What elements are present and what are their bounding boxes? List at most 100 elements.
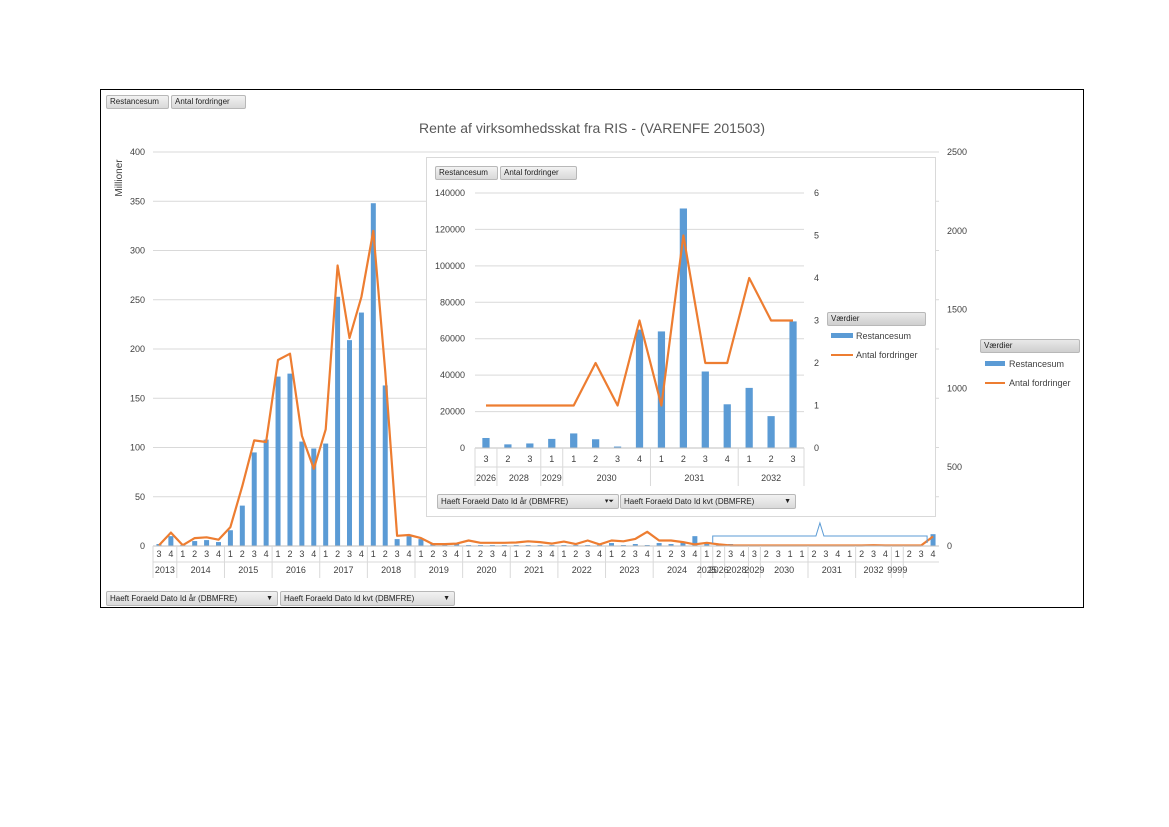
x-tick-label: 1	[180, 549, 185, 559]
inset-legend-label-antal-fordringer: Antal fordringer	[856, 350, 918, 360]
y2-tick-label: 2000	[947, 226, 967, 236]
x-group-label: 9999	[887, 565, 907, 575]
bar-restancesum	[239, 505, 245, 546]
bar-restancesum	[251, 452, 257, 546]
y-tick-label: 140000	[435, 188, 465, 198]
x-tick-label: 3	[703, 454, 708, 464]
x-group-label: 2019	[429, 565, 449, 575]
x-tick-label: 2	[764, 549, 769, 559]
y2-tick-label: 4	[814, 273, 819, 283]
bar-restancesum	[504, 444, 512, 448]
x-group-label: 2016	[286, 565, 306, 575]
x-group-label: 2032	[761, 473, 781, 483]
x-tick-label: 1	[788, 549, 793, 559]
y-tick-label: 120000	[435, 224, 465, 234]
bar-restancesum	[701, 371, 709, 448]
y-tick-label: 300	[130, 246, 145, 256]
filter-quarter-dropdown[interactable]: Haeft Foraeld Dato Id kvt (DBMFRE) ▼	[280, 591, 455, 606]
x-tick-label: 2	[907, 549, 912, 559]
x-tick-label: 1	[659, 454, 664, 464]
y-tick-label: 80000	[440, 297, 465, 307]
x-tick-label: 1	[466, 549, 471, 559]
bar-restancesum	[570, 433, 578, 448]
y2-tick-label: 1000	[947, 383, 967, 393]
dropdown-arrow-icon: ▼	[443, 595, 450, 602]
bar-restancesum	[394, 539, 400, 546]
bar-restancesum	[299, 441, 305, 546]
range-brace-icon	[712, 521, 928, 543]
x-tick-label: 4	[725, 454, 730, 464]
inset-chart-frame: Restancesum Antal fordringer 0 20000 40000…	[426, 157, 936, 517]
bar-restancesum	[192, 541, 198, 546]
dropdown-arrow-icon: ▼	[784, 498, 791, 505]
x-tick-label: 2	[621, 549, 626, 559]
inset-filter-quarter-dropdown[interactable]: Haeft Foraeld Dato Id kvt (DBMFRE) ▼	[620, 494, 796, 509]
legend-title: Værdier	[980, 339, 1080, 353]
x-tick-label: 4	[216, 549, 221, 559]
x-group-label: 2030	[774, 565, 794, 575]
filter-year-dropdown[interactable]: Haeft Foraeld Dato Id år (DBMFRE) ▼	[106, 591, 278, 606]
x-tick-label: 3	[615, 454, 620, 464]
x-tick-label: 2	[811, 549, 816, 559]
x-tick-label: 1	[847, 549, 852, 559]
x-tick-label: 2	[287, 549, 292, 559]
x-tick-label: 1	[704, 549, 709, 559]
x-tick-label: 3	[728, 549, 733, 559]
x-group-label: 2013	[155, 565, 175, 575]
x-tick-label: 1	[561, 549, 566, 559]
bar-restancesum	[723, 404, 731, 448]
bar-restancesum	[930, 534, 936, 546]
bar-restancesum	[767, 416, 775, 448]
main-legend: Restancesum Antal fordringer	[985, 359, 1071, 388]
x-group-label: 2028	[509, 473, 529, 483]
x-tick-label: 2	[478, 549, 483, 559]
x-tick-label: 1	[657, 549, 662, 559]
y2-tick-label: 0	[947, 541, 952, 551]
x-tick-label: 1	[418, 549, 423, 559]
x-tick-label: 1	[228, 549, 233, 559]
bar-restancesum	[263, 439, 269, 546]
x-tick-label: 1	[514, 549, 519, 559]
y2-tick-label: 500	[947, 462, 962, 472]
inset-filter-year-dropdown[interactable]: Haeft Foraeld Dato Id år (DBMFRE) ▾⏷	[437, 494, 619, 509]
x-tick-label: 1	[549, 454, 554, 464]
x-tick-label: 1	[800, 549, 805, 559]
inset-legend-swatch-restancesum	[831, 333, 853, 338]
x-group-label: 2026	[476, 473, 496, 483]
x-group-label: 2021	[524, 565, 544, 575]
x-tick-label: 2	[593, 454, 598, 464]
dropdown-arrow-icon: ▼	[266, 595, 273, 602]
x-group-label: 2018	[381, 565, 401, 575]
x-group-label: 2031	[684, 473, 704, 483]
legend-swatch-restancesum	[985, 361, 1005, 366]
x-tick-label: 4	[597, 549, 602, 559]
x-tick-label: 3	[752, 549, 757, 559]
x-tick-label: 1	[895, 549, 900, 559]
bar-restancesum	[358, 312, 364, 546]
x-group-label: 2022	[572, 565, 592, 575]
y2-tick-label: 2500	[947, 147, 967, 157]
x-tick-label: 4	[502, 549, 507, 559]
bar-restancesum	[482, 437, 490, 448]
bar-restancesum	[635, 329, 644, 448]
y2-tick-label: 0	[814, 443, 819, 453]
x-tick-label: 3	[680, 549, 685, 559]
x-tick-label: 3	[633, 549, 638, 559]
x-tick-label: 4	[549, 549, 554, 559]
x-tick-label: 4	[883, 549, 888, 559]
x-tick-label: 2	[383, 549, 388, 559]
x-tick-label: 2	[681, 454, 686, 464]
bar-restancesum	[745, 387, 753, 448]
x-group-label: 2020	[476, 565, 496, 575]
x-tick-label: 4	[359, 549, 364, 559]
legend-label-restancesum: Restancesum	[1009, 359, 1064, 369]
x-tick-label: 3	[527, 454, 532, 464]
y-tick-label: 0	[140, 541, 145, 551]
bar-restancesum	[168, 536, 174, 546]
x-group-label: 2032	[863, 565, 883, 575]
x-group-label: 2030	[597, 473, 617, 483]
x-tick-label: 3	[776, 549, 781, 559]
y2-tick-label: 1	[814, 401, 819, 411]
x-tick-label: 1	[609, 549, 614, 559]
filter-year-label: Haeft Foraeld Dato Id år (DBMFRE)	[110, 594, 238, 603]
